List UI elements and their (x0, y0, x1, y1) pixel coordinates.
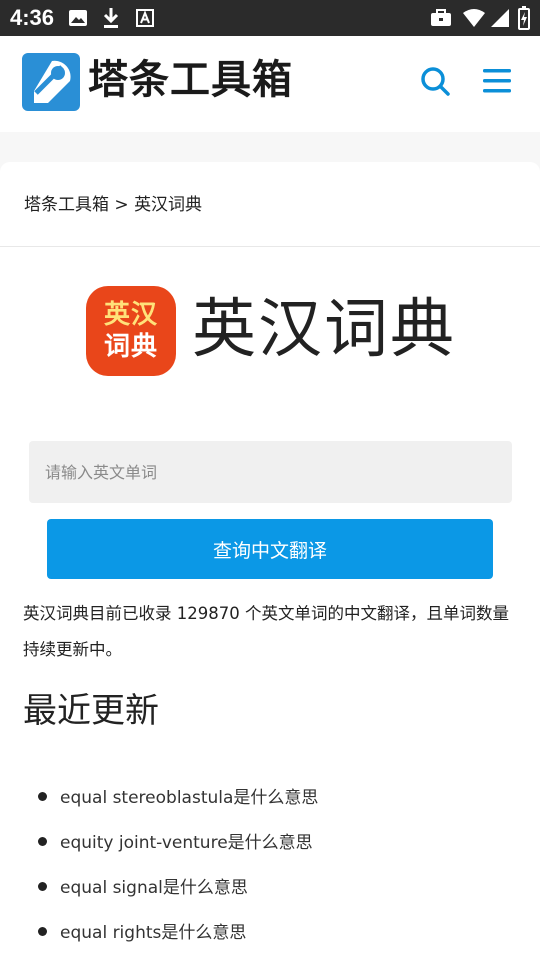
recent-item-link[interactable]: equity joint-venture是什么意思 (60, 828, 313, 853)
recent-updates-list: equal stereoblastula是什么意思 equity joint-v… (0, 773, 540, 953)
breadcrumb-separator: > (114, 195, 129, 215)
recent-item-link[interactable]: equal signal是什么意思 (60, 873, 248, 898)
search-icon[interactable] (420, 66, 450, 96)
word-search-input[interactable] (29, 441, 512, 503)
font-a-icon (136, 9, 154, 27)
list-item[interactable]: equal stereoblastula是什么意思 (0, 773, 540, 818)
battery-charging-icon (518, 6, 530, 30)
bullet-icon (38, 837, 47, 846)
content-card: 塔条工具箱 > 英汉词典 英汉 词典 英汉词典 查询中文翻译 英汉词典目前已收录… (0, 162, 540, 962)
briefcase-icon (431, 9, 451, 26)
dictionary-description: 英汉词典目前已收录 129870 个英文单词的中文翻译，且单词数量持续更新中。 (23, 604, 509, 659)
app-icon-line1: 英汉 (103, 300, 158, 330)
bullet-icon (38, 882, 47, 891)
bullet-icon (38, 927, 47, 936)
breadcrumb-current: 英汉词典 (134, 195, 203, 215)
list-item[interactable]: equity joint-venture是什么意思 (0, 818, 540, 863)
recent-item-link[interactable]: equal stereoblastula是什么意思 (60, 783, 318, 808)
wrench-logo-icon[interactable] (22, 53, 80, 111)
breadcrumb: 塔条工具箱 > 英汉词典 (24, 190, 202, 215)
status-bar: 4:36 (0, 0, 540, 36)
list-item[interactable]: equal signal是什么意思 (0, 863, 540, 908)
query-translation-button[interactable]: 查询中文翻译 (47, 519, 493, 579)
dictionary-app-icon: 英汉 词典 (86, 286, 176, 376)
recent-updates-heading: 最近更新 (23, 691, 159, 731)
page-title: 英汉词典 (192, 293, 456, 367)
site-header: 塔条工具箱 (0, 36, 540, 132)
menu-icon[interactable] (482, 67, 512, 95)
wifi-icon (463, 9, 485, 27)
bullet-icon (38, 792, 47, 801)
list-item[interactable]: equal rights是什么意思 (0, 908, 540, 953)
app-icon-line2: 词典 (103, 332, 158, 362)
download-icon (103, 8, 119, 28)
breadcrumb-home-link[interactable]: 塔条工具箱 (24, 195, 109, 215)
recent-item-link[interactable]: equal rights是什么意思 (60, 918, 246, 943)
cell-signal-icon (491, 9, 509, 27)
site-logo-text[interactable]: 塔条工具箱 (88, 54, 293, 106)
divider (0, 246, 540, 247)
status-time: 4:36 (10, 5, 55, 30)
image-icon (69, 10, 87, 26)
